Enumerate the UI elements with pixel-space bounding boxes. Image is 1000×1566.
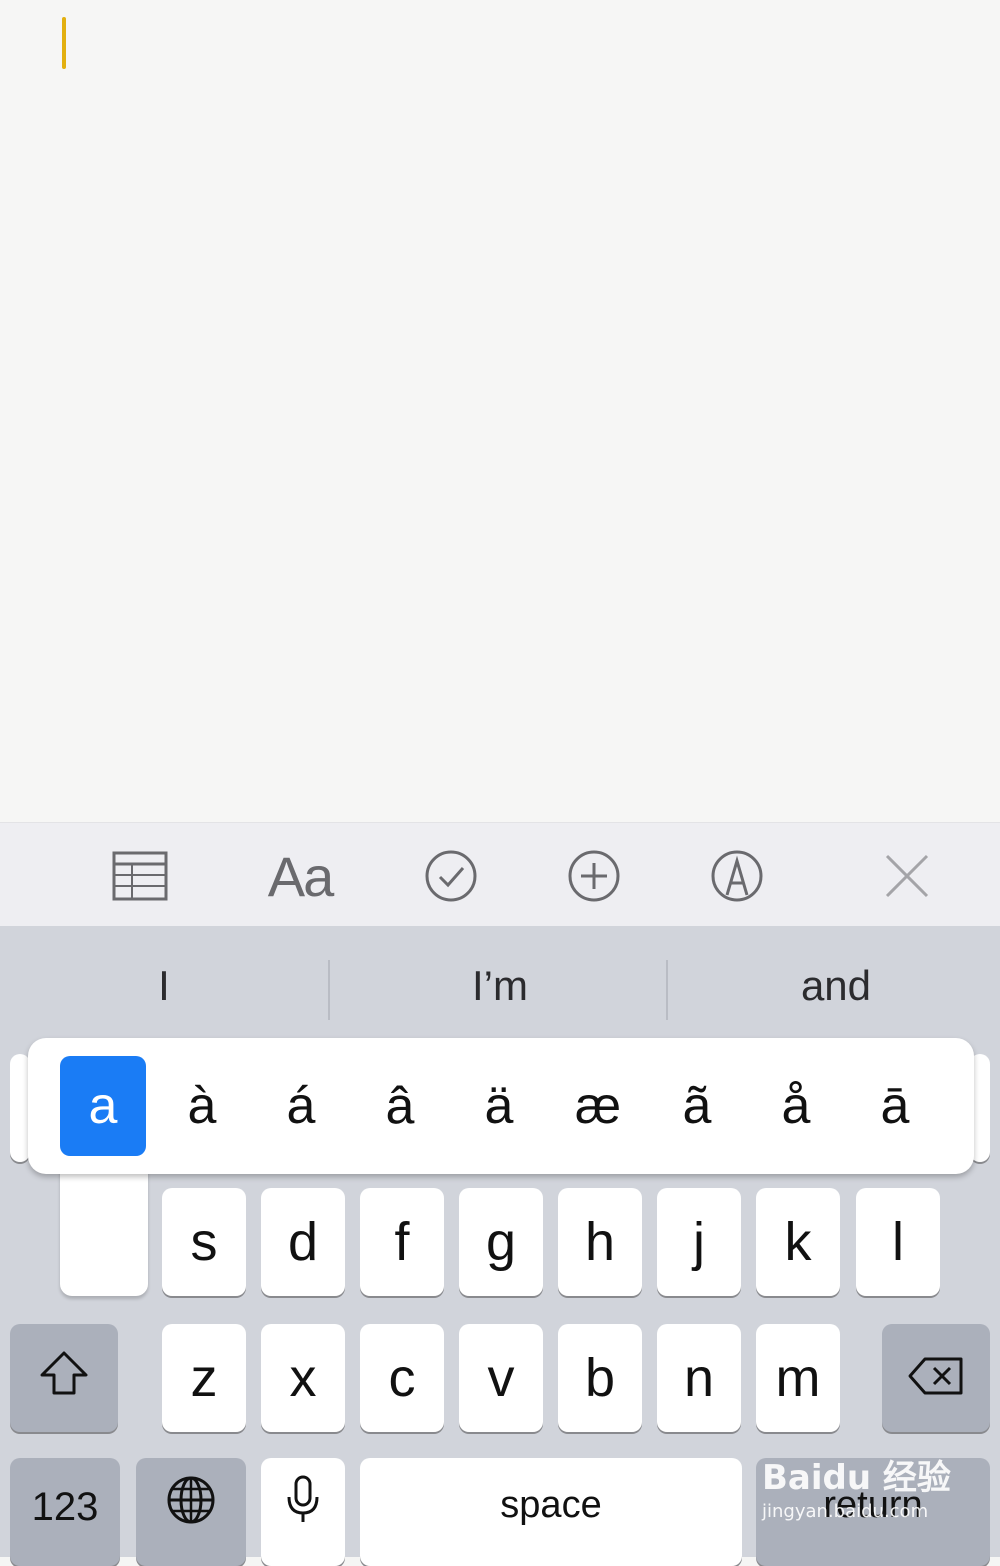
key-g[interactable]: g xyxy=(459,1188,543,1296)
key-b[interactable]: b xyxy=(558,1324,642,1432)
globe-key[interactable] xyxy=(136,1458,246,1566)
accent-option[interactable]: ä xyxy=(456,1056,542,1156)
numbers-key[interactable]: 123 xyxy=(10,1458,120,1566)
key-h[interactable]: h xyxy=(558,1188,642,1296)
accent-label: å xyxy=(781,1077,811,1135)
key-m[interactable]: m xyxy=(756,1324,840,1432)
accent-option[interactable]: â xyxy=(357,1056,443,1156)
suggestion-divider xyxy=(328,960,330,1020)
accent-option[interactable]: ã xyxy=(654,1056,740,1156)
accent-label: à xyxy=(187,1077,217,1135)
key-label: j xyxy=(693,1212,705,1272)
key-d[interactable]: d xyxy=(261,1188,345,1296)
key-label: m xyxy=(775,1348,821,1408)
key-label: c xyxy=(388,1348,416,1408)
key-x[interactable]: x xyxy=(261,1324,345,1432)
accent-option[interactable]: å xyxy=(753,1056,839,1156)
predictive-bar: I I’m and xyxy=(0,926,1000,1038)
markup-button[interactable] xyxy=(692,841,782,911)
suggestion-1[interactable]: I xyxy=(24,962,304,1010)
key-q-edge[interactable] xyxy=(10,1054,30,1162)
accent-label: ä xyxy=(484,1077,514,1135)
accent-label: ā xyxy=(880,1077,910,1135)
key-label: d xyxy=(287,1212,319,1272)
key-v[interactable]: v xyxy=(459,1324,543,1432)
key-label: 123 xyxy=(31,1484,99,1529)
suggestion-2[interactable]: I’m xyxy=(360,962,640,1010)
accent-label: a xyxy=(88,1077,118,1135)
notes-toolbar: Aa xyxy=(0,822,1000,927)
key-label: l xyxy=(892,1212,904,1272)
watermark: Baidu 经验 jingyan.baidu.com xyxy=(762,1450,992,1540)
key-l[interactable]: l xyxy=(856,1188,940,1296)
accent-label: ã xyxy=(682,1077,712,1135)
key-n[interactable]: n xyxy=(657,1324,741,1432)
delete-key[interactable] xyxy=(882,1324,990,1432)
checklist-icon xyxy=(424,849,478,903)
accent-option[interactable]: á xyxy=(258,1056,344,1156)
globe-icon xyxy=(166,1475,216,1538)
key-label: s xyxy=(190,1212,218,1272)
accent-label: â xyxy=(385,1077,415,1135)
accent-option-a[interactable]: a xyxy=(60,1056,146,1156)
watermark-url: jingyan.baidu.com xyxy=(762,1501,929,1522)
format-label: Aa xyxy=(267,844,334,908)
markup-icon xyxy=(710,849,764,903)
accent-option[interactable]: à xyxy=(159,1056,245,1156)
watermark-brand: Baidu 经验 xyxy=(762,1458,951,1498)
close-icon xyxy=(883,852,931,900)
key-label: space xyxy=(500,1483,602,1526)
table-button[interactable] xyxy=(95,841,185,911)
format-button[interactable]: Aa xyxy=(255,841,345,911)
add-button[interactable] xyxy=(549,841,639,911)
microphone-icon xyxy=(286,1475,320,1538)
key-z[interactable]: z xyxy=(162,1324,246,1432)
dictation-key[interactable] xyxy=(261,1458,345,1566)
key-c[interactable]: c xyxy=(360,1324,444,1432)
backspace-icon xyxy=(907,1347,965,1409)
add-icon xyxy=(567,849,621,903)
suggestion-3[interactable]: and xyxy=(696,962,976,1010)
table-icon xyxy=(112,851,168,901)
key-label: k xyxy=(784,1212,812,1272)
text-cursor xyxy=(62,17,66,69)
key-k[interactable]: k xyxy=(756,1188,840,1296)
suggestion-divider xyxy=(666,960,668,1020)
key-label: v xyxy=(487,1348,515,1408)
space-key[interactable]: space xyxy=(360,1458,742,1566)
key-label: f xyxy=(394,1212,410,1272)
close-button[interactable] xyxy=(862,841,952,911)
key-j[interactable]: j xyxy=(657,1188,741,1296)
key-label: z xyxy=(190,1348,218,1408)
accent-label: á xyxy=(286,1077,316,1135)
shift-key[interactable] xyxy=(10,1324,118,1432)
key-label: b xyxy=(584,1348,616,1408)
key-label: h xyxy=(584,1212,616,1272)
key-label: x xyxy=(289,1348,317,1408)
key-label: g xyxy=(485,1212,517,1272)
key-f[interactable]: f xyxy=(360,1188,444,1296)
checklist-button[interactable] xyxy=(406,841,496,911)
accent-popup-stem xyxy=(60,1160,148,1296)
key-label: n xyxy=(683,1348,715,1408)
accent-option[interactable]: æ xyxy=(555,1056,641,1156)
accent-label: æ xyxy=(574,1077,622,1135)
accent-option[interactable]: ā xyxy=(852,1056,938,1156)
shift-icon xyxy=(39,1347,89,1409)
key-s[interactable]: s xyxy=(162,1188,246,1296)
note-body[interactable] xyxy=(0,0,1000,822)
